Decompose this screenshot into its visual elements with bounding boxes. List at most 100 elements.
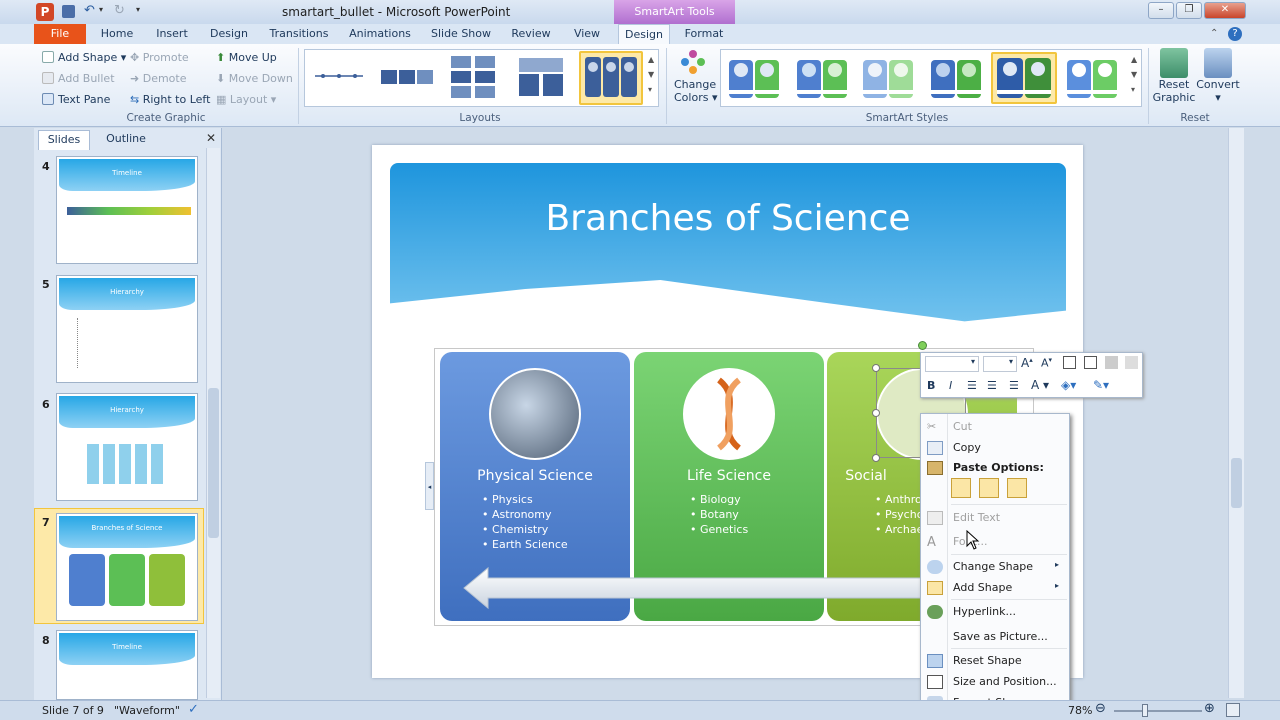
text-pane-button[interactable]: Text Pane bbox=[42, 93, 110, 106]
style-thumbnail[interactable] bbox=[725, 56, 785, 102]
font-name-dropdown[interactable]: ▾ bbox=[925, 356, 979, 372]
tab-insert[interactable]: Insert bbox=[150, 24, 194, 44]
zoom-out-icon[interactable]: ⊖ bbox=[1095, 701, 1106, 716]
slide-thumbnail[interactable]: Hierarchy bbox=[56, 275, 198, 383]
layout-thumbnail[interactable] bbox=[511, 52, 571, 104]
gallery-scroll-arrows[interactable]: ▲ ▼ ▾ bbox=[648, 52, 654, 97]
close-pane-icon[interactable]: ✕ bbox=[206, 131, 216, 145]
slide-thumbnail[interactable]: Timeline bbox=[56, 156, 198, 264]
zoom-slider[interactable] bbox=[1114, 710, 1202, 712]
powerpoint-logo-icon[interactable]: P bbox=[36, 3, 54, 21]
bring-forward-icon[interactable] bbox=[1105, 356, 1118, 369]
shape-outline-icon[interactable]: ✎▾ bbox=[1093, 378, 1109, 392]
change-colors-button[interactable]: Change Colors ▾ bbox=[674, 48, 717, 104]
paste-merge-icon[interactable] bbox=[979, 478, 999, 498]
ungroup-icon[interactable] bbox=[1084, 356, 1097, 369]
tab-outline[interactable]: Outline bbox=[96, 130, 156, 150]
right-to-left-button[interactable]: ⇆ Right to Left bbox=[130, 93, 210, 106]
minimize-button[interactable]: – bbox=[1148, 2, 1174, 19]
tab-slides[interactable]: Slides bbox=[38, 130, 90, 150]
tab-smartart-design[interactable]: Design bbox=[618, 24, 670, 44]
tab-review[interactable]: Review bbox=[506, 24, 556, 44]
tab-format[interactable]: Format bbox=[678, 24, 730, 44]
menu-edit-text[interactable]: Edit Text bbox=[953, 511, 1000, 524]
layout-thumbnail-selected[interactable] bbox=[579, 51, 643, 105]
zoom-level[interactable]: 78% bbox=[1068, 704, 1092, 717]
convert-button[interactable]: Convert ▾ bbox=[1196, 48, 1240, 104]
add-bullet-button[interactable]: Add Bullet bbox=[42, 72, 115, 85]
undo-icon[interactable]: ↶ bbox=[84, 3, 95, 18]
gallery-scroll-arrows[interactable]: ▲ ▼ ▾ bbox=[1131, 52, 1137, 97]
slide-thumbnail[interactable]: Hierarchy bbox=[56, 393, 198, 501]
reset-graphic-button[interactable]: Reset Graphic bbox=[1152, 48, 1196, 104]
align-right-icon[interactable]: ☰ bbox=[1009, 379, 1019, 392]
shape-fill-icon[interactable]: ◈▾ bbox=[1061, 378, 1076, 392]
spelling-check-icon[interactable]: ✓ bbox=[188, 702, 199, 717]
text-pane-toggle[interactable]: ◂ bbox=[425, 462, 434, 510]
resize-handle[interactable] bbox=[872, 454, 880, 462]
bold-icon[interactable]: B bbox=[927, 379, 935, 392]
rotate-handle[interactable] bbox=[918, 341, 927, 350]
close-button[interactable]: ✕ bbox=[1204, 2, 1246, 19]
style-thumbnail[interactable] bbox=[859, 56, 919, 102]
style-thumbnail[interactable] bbox=[793, 56, 853, 102]
minimize-ribbon-icon[interactable]: ⌃ bbox=[1210, 28, 1218, 39]
menu-save-as-picture[interactable]: Save as Picture... bbox=[953, 630, 1048, 643]
italic-icon[interactable]: I bbox=[949, 379, 952, 392]
zoom-slider-thumb[interactable] bbox=[1142, 704, 1148, 717]
shrink-font-icon[interactable]: A▾ bbox=[1041, 356, 1052, 370]
main-scrollbar[interactable] bbox=[1228, 128, 1244, 698]
menu-size-position[interactable]: Size and Position... bbox=[953, 675, 1057, 688]
help-icon[interactable]: ? bbox=[1228, 27, 1242, 41]
menu-copy[interactable]: Copy bbox=[953, 441, 981, 454]
menu-add-shape[interactable]: Add Shape bbox=[953, 581, 1012, 594]
grow-font-icon[interactable]: A▴ bbox=[1021, 356, 1033, 370]
group-icon[interactable] bbox=[1063, 356, 1076, 369]
tab-file[interactable]: File bbox=[34, 24, 86, 44]
menu-hyperlink[interactable]: Hyperlink... bbox=[953, 605, 1016, 618]
layouts-gallery[interactable]: ▲ ▼ ▾ bbox=[304, 49, 659, 107]
redo-icon[interactable]: ↻ bbox=[114, 3, 125, 18]
resize-handle[interactable] bbox=[872, 409, 880, 417]
align-left-icon[interactable]: ☰ bbox=[967, 379, 977, 392]
slide-thumbnail[interactable]: Timeline bbox=[56, 630, 198, 700]
scrollbar-thumb[interactable] bbox=[208, 388, 219, 538]
font-size-dropdown[interactable]: ▾ bbox=[983, 356, 1017, 372]
layout-thumbnail[interactable] bbox=[445, 52, 505, 104]
style-thumbnail[interactable] bbox=[1063, 56, 1123, 102]
theme-name[interactable]: "Waveform" bbox=[114, 704, 180, 717]
restore-button[interactable]: ❐ bbox=[1176, 2, 1202, 19]
demote-button[interactable]: ➜ Demote bbox=[130, 72, 186, 85]
tab-transitions[interactable]: Transitions bbox=[266, 24, 332, 44]
slides-scrollbar[interactable] bbox=[206, 148, 220, 698]
layout-thumbnail[interactable] bbox=[309, 52, 369, 104]
style-thumbnail[interactable] bbox=[927, 56, 987, 102]
scrollbar-thumb[interactable] bbox=[1231, 458, 1242, 508]
style-thumbnail-selected[interactable] bbox=[991, 52, 1057, 104]
promote-button[interactable]: ✥ Promote bbox=[130, 51, 189, 64]
add-shape-button[interactable]: Add Shape ▾ bbox=[42, 51, 126, 64]
smartart-styles-gallery[interactable]: ▲ ▼ ▾ bbox=[720, 49, 1142, 107]
tab-design[interactable]: Design bbox=[206, 24, 252, 44]
slide-thumbnail-selected[interactable]: Branches of Science bbox=[56, 513, 198, 621]
move-down-button[interactable]: ⬇ Move Down bbox=[216, 72, 293, 85]
resize-handle[interactable] bbox=[872, 364, 880, 372]
tab-view[interactable]: View bbox=[566, 24, 608, 44]
paste-picture-icon[interactable] bbox=[1007, 478, 1027, 498]
tab-animations[interactable]: Animations bbox=[346, 24, 414, 44]
layout-button[interactable]: ▦ Layout ▾ bbox=[216, 93, 276, 106]
save-icon[interactable] bbox=[62, 5, 75, 18]
menu-cut[interactable]: Cut bbox=[953, 420, 972, 433]
tab-slide-show[interactable]: Slide Show bbox=[428, 24, 494, 44]
customize-qat-icon[interactable]: ▾ bbox=[136, 5, 140, 14]
menu-change-shape[interactable]: Change Shape bbox=[953, 560, 1033, 573]
paste-keep-format-icon[interactable] bbox=[951, 478, 971, 498]
left-arrow-shape[interactable] bbox=[460, 566, 930, 610]
font-color-icon[interactable]: A ▾ bbox=[1031, 378, 1049, 392]
fit-slide-icon[interactable] bbox=[1226, 703, 1240, 717]
layout-thumbnail[interactable] bbox=[377, 52, 437, 104]
zoom-in-icon[interactable]: ⊕ bbox=[1204, 701, 1215, 716]
send-backward-icon[interactable] bbox=[1125, 356, 1138, 369]
slide-title[interactable]: Branches of Science bbox=[390, 198, 1066, 239]
undo-dropdown-icon[interactable]: ▾ bbox=[99, 5, 103, 14]
